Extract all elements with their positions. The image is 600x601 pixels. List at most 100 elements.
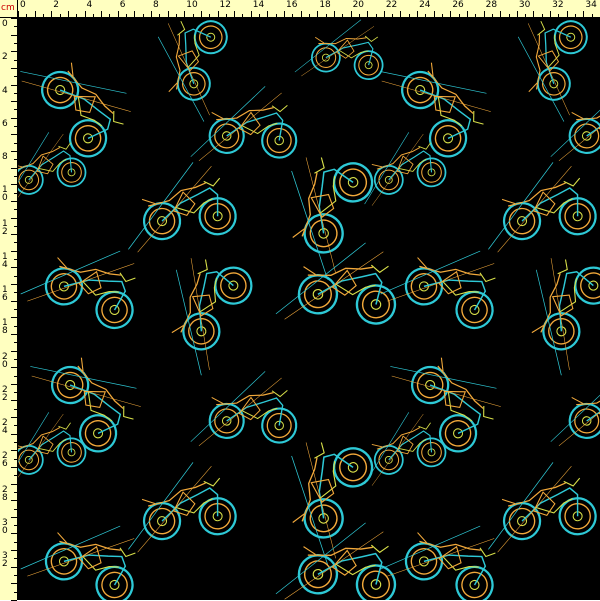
ruler-left-tick [14,209,17,211]
ruler-top-tick [317,11,319,17]
ruler-left-label: 8 [2,152,8,163]
ruler-left-label: 4 [2,85,8,96]
ruler-top-tick [242,14,244,17]
motorcycle-motif [376,29,507,170]
ruler-top-tick [566,11,568,17]
ruler-unit-label: cm [1,3,15,13]
ruler-left-label: 14 [2,251,8,270]
ruler-top-tick [67,11,69,17]
ruler-top-tick [192,14,194,17]
ruler-left-tick [11,383,17,385]
ruler-left: 0 2 4 6 8 10 12 14 16 18 20 22 24 26 28 30 32 [0,18,18,601]
ruler-left-tick [14,458,17,460]
ruler-left-tick [14,76,17,78]
ruler-left-tick [14,175,17,177]
ruler-top-label: 32 [552,0,564,10]
ruler-top-tick [558,14,560,17]
ruler-left-label: 24 [2,418,8,437]
motorcycle-motif [480,157,600,255]
ruler-left-tick [14,59,17,61]
ruler-left-tick [14,525,17,527]
ruler-top-tick [309,14,310,17]
motorcycle-motif [120,157,240,255]
ruler-top-tick [342,14,344,17]
ruler-left-label: 12 [2,218,8,237]
ruler-left-tick [14,292,17,294]
ruler-left-tick [11,400,17,402]
ruler-top-tick [151,11,153,17]
ruler-left-tick [11,417,17,419]
ruler-left-tick [11,51,17,53]
ruler-top-label: 4 [86,0,93,10]
ruler-left-tick [11,450,17,452]
ruler-left-tick [14,126,17,128]
motorcycle-motif [18,29,147,170]
ruler-left-tick [11,134,17,136]
ruler-left-tick [11,34,17,36]
ruler-top-tick [533,11,535,17]
ruler-top-tick [408,14,410,17]
motorcycle-motif [26,324,157,465]
ruler-left-label: 0 [2,19,8,29]
ruler-top-tick [541,14,543,17]
ruler-top-label: 6 [119,0,126,10]
ruler-left-tick [14,358,17,360]
ruler-left-tick [11,516,17,518]
ruler-top: 0 2 4 6 8 10 12 14 16 18 20 22 24 26 28 30 32 34 [18,0,600,18]
ruler-left-tick [11,500,17,502]
ruler-top-label: 20 [352,0,365,10]
ruler-top-tick [84,11,86,17]
ruler-top-tick [109,14,111,17]
ruler-left-tick [14,275,17,277]
ruler-top-tick [442,14,444,17]
ruler-left-tick [11,217,17,219]
ruler-top-tick [450,11,452,17]
ruler-left-tick [11,317,17,319]
ruler-left-label: 26 [2,451,8,470]
ruler-top-tick [209,14,211,17]
ruler-left-tick [14,392,17,394]
ruler-left-tick [11,101,17,103]
ruler-left-tick [11,284,17,286]
motorcycle-motif [18,494,156,600]
ruler-left-tick [14,225,17,227]
ruler-left-tick [14,26,17,28]
ruler-top-label: 8 [153,0,159,10]
ruler-top-tick [225,14,227,17]
ruler-top-tick [284,11,286,17]
ruler-top-tick [483,11,485,17]
motorcycle-motif [549,364,600,456]
motorcycle-motif [189,364,302,456]
ruler-top-tick [358,14,360,17]
ruler-top-tick [34,11,36,17]
ruler-top-tick [234,11,236,17]
ruler-left-tick [14,442,17,444]
ruler-left-tick [14,508,17,510]
ruler-left-tick [14,558,17,560]
ruler-left-label: 2 [2,52,8,63]
ruler-left-tick [11,350,17,352]
motorcycle-motif [252,135,391,283]
ruler-left-tick [14,159,17,161]
ruler-top-tick [51,11,53,17]
ruler-top-tick [117,11,119,17]
ruler-left-tick [14,575,17,577]
ruler-top-tick [250,11,252,17]
ruler-top-label: 10 [186,0,198,10]
ruler-top-tick [126,14,128,17]
ruler-top-tick [18,11,19,17]
ruler-left-tick [11,234,17,236]
ruler-top-tick [508,14,510,17]
motorcycle-motif [274,228,407,339]
motorcycle-motif [18,219,156,345]
ruler-left-tick [11,200,17,202]
ruler-left-tick [14,192,17,194]
ruler-left-tick [11,533,17,535]
ruler-left-tick [14,92,17,94]
ruler-left-tick [11,333,17,335]
ruler-left-tick [11,433,17,435]
ruler-top-tick [259,14,261,17]
ruler-left-tick [11,550,17,552]
motorcycle-motif [133,237,269,379]
ruler-left-tick [14,109,17,111]
